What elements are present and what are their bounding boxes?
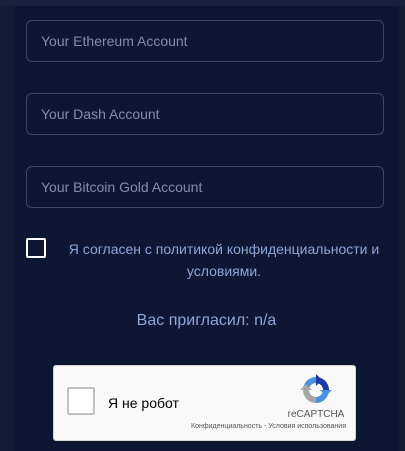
recaptcha-widget: Я не робот reCAPTCHA Конфиденциальность …: [53, 365, 356, 441]
recaptcha-privacy-link[interactable]: Конфиденциальность: [191, 423, 262, 430]
consent-checkbox[interactable]: [26, 238, 46, 258]
invited-by-text: Вас пригласил: n/a: [136, 312, 277, 329]
consent-label: Я согласен с политикой конфиденциальност…: [68, 241, 380, 279]
bitcoin-gold-account-field[interactable]: [26, 166, 384, 208]
recaptcha-checkbox[interactable]: [67, 387, 95, 415]
dash-account-field[interactable]: [26, 93, 384, 135]
ethereum-account-field[interactable]: [26, 20, 384, 62]
recaptcha-links: Конфиденциальность - Условия использован…: [54, 423, 346, 430]
recaptcha-checkbox-label: Я не робот: [108, 395, 179, 411]
recaptcha-terms-link[interactable]: Условия использования: [268, 423, 346, 430]
recaptcha-brand: reCAPTCHA: [287, 409, 345, 420]
recaptcha-logo-icon: [300, 374, 332, 403]
